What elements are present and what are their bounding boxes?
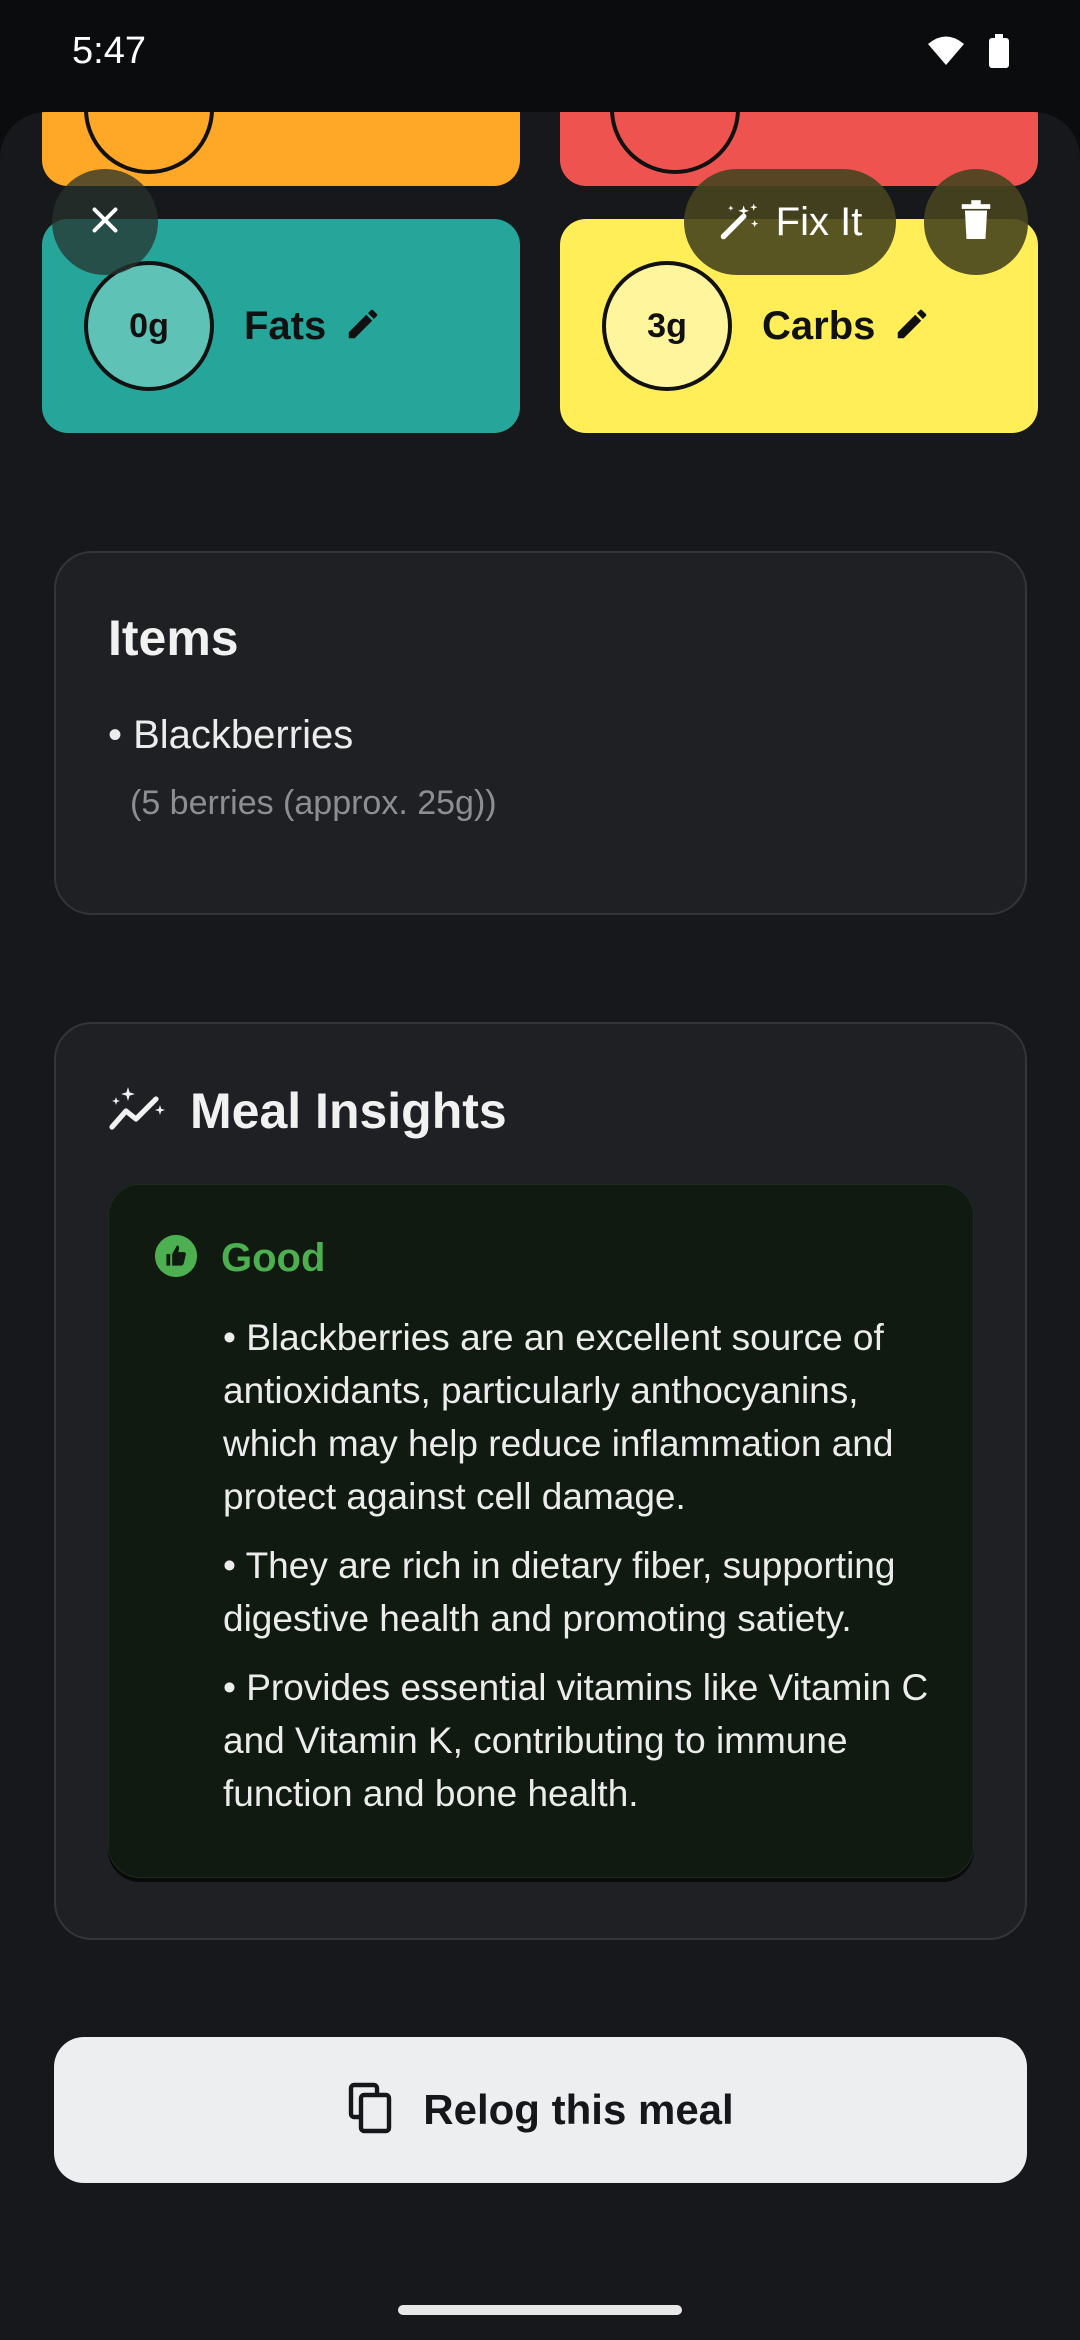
- carbs-value-circle: 3g: [602, 261, 732, 391]
- meal-insights-panel: Meal Insights Good • Blackberries are an…: [54, 1022, 1027, 1940]
- trash-icon: [957, 199, 995, 246]
- carbs-label: Carbs: [762, 303, 876, 348]
- item-name: • Blackberries: [108, 713, 354, 757]
- fix-it-button[interactable]: Fix It: [684, 169, 896, 275]
- insight-card: Good • Blackberries are an excellent sou…: [108, 1184, 974, 1878]
- meal-detail-sheet: 0g Fats 3g Carbs Fix It Items • Blackber…: [0, 112, 1080, 2340]
- battery-icon: [988, 34, 1010, 73]
- carbs-value: 3g: [647, 306, 687, 345]
- fats-value: 0g: [129, 306, 169, 345]
- list-item: • Blackberries (5 berries (approx. 25g)): [108, 713, 497, 823]
- close-button[interactable]: [52, 169, 158, 275]
- insight-point: • Blackberries are an excellent source o…: [223, 1317, 894, 1517]
- copy-icon: [347, 2082, 395, 2139]
- fix-it-label: Fix It: [775, 199, 863, 244]
- status-bar: 5:47: [0, 0, 1080, 110]
- insight-point: • Provides essential vitamins like Vitam…: [223, 1667, 929, 1814]
- item-quantity: (5 berries (approx. 25g)): [130, 784, 497, 822]
- insight-rating: Good: [221, 1236, 326, 1280]
- relog-label: Relog this meal: [423, 2086, 734, 2133]
- edit-pencil-icon[interactable]: [893, 305, 931, 348]
- items-panel: Items • Blackberries (5 berries (approx.…: [54, 551, 1027, 915]
- wifi-icon: [926, 35, 966, 72]
- status-time: 5:47: [72, 30, 146, 72]
- items-title: Items: [108, 610, 239, 666]
- meal-insights-title: Meal Insights: [190, 1083, 507, 1139]
- delete-button[interactable]: [924, 169, 1028, 275]
- insight-point: • They are rich in dietary fiber, suppor…: [223, 1545, 896, 1639]
- insights-sparkle-icon: [108, 1085, 168, 1138]
- edit-pencil-icon[interactable]: [344, 305, 382, 348]
- macro-circle: [610, 112, 740, 174]
- fats-value-circle: 0g: [84, 261, 214, 391]
- home-indicator[interactable]: [398, 2305, 682, 2315]
- relog-meal-button[interactable]: Relog this meal: [54, 2037, 1027, 2183]
- macro-circle: [84, 112, 214, 174]
- thumbs-up-icon: [153, 1233, 199, 1284]
- fats-label: Fats: [244, 303, 327, 348]
- magic-wand-icon: [718, 198, 762, 247]
- close-icon: [87, 202, 123, 243]
